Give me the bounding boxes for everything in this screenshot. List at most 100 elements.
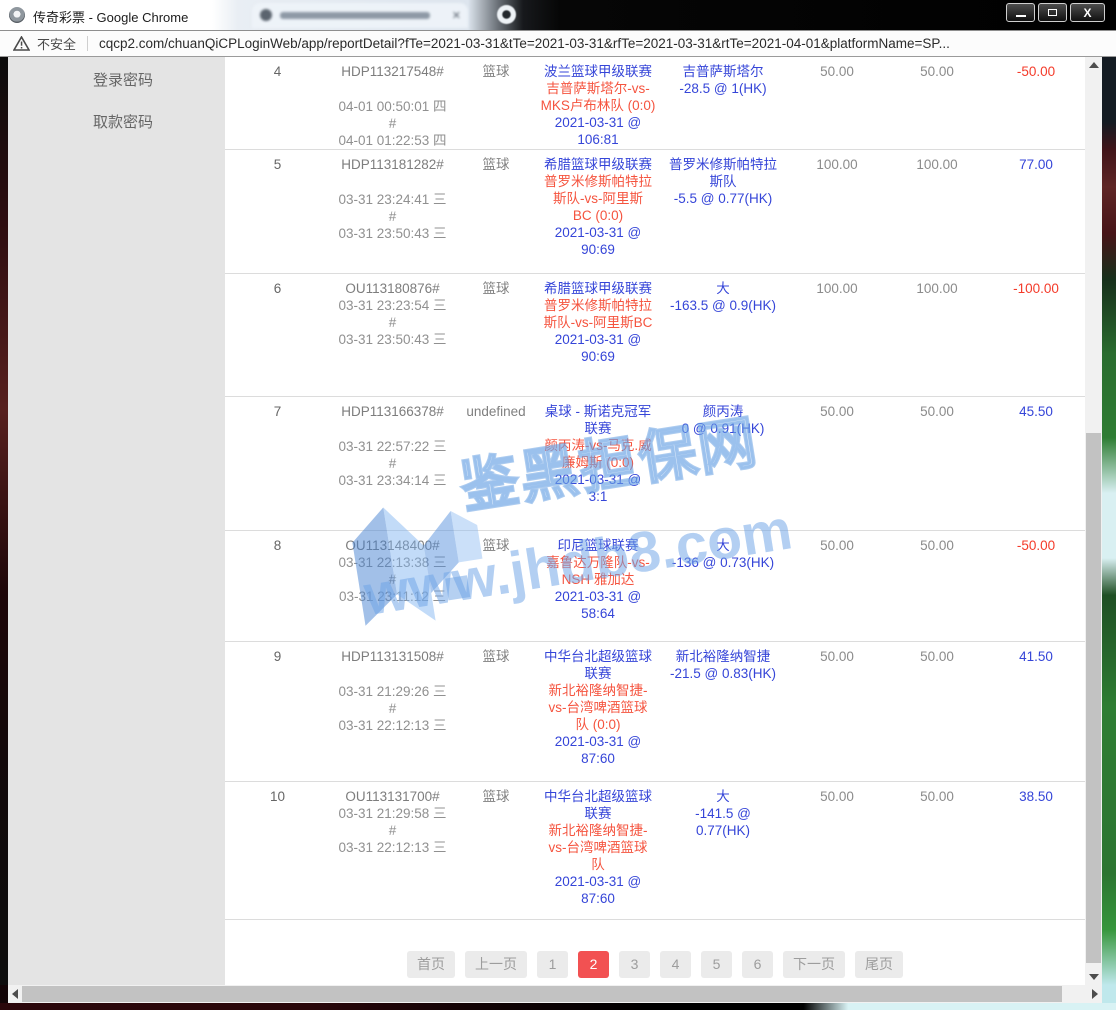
bet-line: -136 @ 0.73(HK): [659, 554, 787, 571]
page-button-5[interactable]: 5: [701, 951, 732, 978]
page-button-3[interactable]: 3: [619, 951, 650, 978]
bet-time: #: [330, 115, 455, 132]
background-tab-favicon: [260, 9, 272, 21]
scroll-right-icon: [1092, 989, 1098, 999]
page-button-1[interactable]: 1: [537, 951, 568, 978]
content-area: 登录密码取款密码 4 HDP113217548#04-01 00:50:01 四#…: [0, 57, 1116, 985]
bet-time: #: [330, 208, 455, 225]
valid-amount: 50.00: [887, 537, 987, 554]
sidebar-item[interactable]: 取款密码: [93, 113, 225, 133]
bet-record-row: 8OU113148400#03-31 22:13:38 三#03-31 23:1…: [225, 531, 1085, 642]
pagination: 首页上一页 123456 下一页尾页: [225, 951, 1085, 978]
scroll-left-button[interactable]: [8, 985, 22, 1003]
order-id: OU113148400#: [330, 537, 455, 554]
bet-line: 大: [659, 280, 787, 297]
bet-time: #: [330, 314, 455, 331]
bet-amount: 50.00: [787, 403, 887, 420]
match-line: 3:1: [537, 488, 659, 505]
match-line: 106:81: [537, 131, 659, 148]
bet-time: #: [330, 571, 455, 588]
bet-time: 03-31 21:29:58 三: [330, 805, 455, 822]
order-cell: HDP113217548#04-01 00:50:01 四#04-01 01:2…: [330, 63, 455, 149]
match-line: 斯队-vs-阿里斯BC: [537, 314, 659, 331]
bet-time: 03-31 22:57:22 三: [330, 438, 455, 455]
close-button[interactable]: X: [1070, 3, 1105, 22]
bet-amount: 100.00: [787, 280, 887, 297]
sidebar-item[interactable]: 登录密码: [93, 71, 225, 91]
minimize-button[interactable]: [1006, 3, 1035, 22]
result-amount: 41.50: [987, 648, 1085, 665]
match-cell: 希腊篮球甲级联赛普罗米修斯帕特拉斯队-vs-阿里斯BC2021-03-31 @9…: [537, 280, 659, 365]
valid-amount: 100.00: [887, 156, 987, 173]
match-line: 87:60: [537, 750, 659, 767]
bet-line: 0 @ 0.91(HK): [659, 420, 787, 437]
row-number: 6: [225, 280, 330, 297]
window-titlebar[interactable]: 传奇彩票 - Google Chrome ✕ X: [0, 0, 1116, 30]
background-circle-icon: [497, 5, 516, 24]
scroll-up-button[interactable]: [1085, 57, 1102, 73]
row-number: 10: [225, 788, 330, 805]
result-amount: -50.00: [987, 537, 1085, 554]
bet-cell: 普罗米修斯帕特拉斯队-5.5 @ 0.77(HK): [659, 156, 787, 207]
match-line: 嘉鲁达万隆队-vs-: [537, 554, 659, 571]
horizontal-scrollbar-thumb[interactable]: [22, 986, 1062, 1002]
row-number: 9: [225, 648, 330, 665]
bet-time: 03-31 23:50:43 三: [330, 225, 455, 242]
page-button-上一页[interactable]: 上一页: [465, 951, 527, 978]
order-id: HDP113131508#: [330, 648, 455, 665]
row-number: 8: [225, 537, 330, 554]
order-cell: OU113148400#03-31 22:13:38 三#03-31 23:11…: [330, 537, 455, 605]
page-button-2[interactable]: 2: [578, 951, 609, 978]
bet-amount: 50.00: [787, 63, 887, 80]
page-button-4[interactable]: 4: [660, 951, 691, 978]
match-line: 联赛: [537, 420, 659, 437]
bet-amount: 50.00: [787, 537, 887, 554]
horizontal-scrollbar[interactable]: [8, 985, 1102, 1003]
maximize-button[interactable]: [1038, 3, 1067, 22]
valid-amount: 50.00: [887, 63, 987, 80]
row-number: 7: [225, 403, 330, 420]
not-secure-warning-icon: [13, 36, 30, 51]
match-line: 颜丙涛-vs-马克.威: [537, 437, 659, 454]
vertical-scrollbar[interactable]: [1085, 57, 1102, 985]
match-line: MKS卢布林队 (0:0): [537, 97, 659, 114]
match-line: 2021-03-31 @: [537, 224, 659, 241]
page-button-首页[interactable]: 首页: [407, 951, 455, 978]
url-bar[interactable]: 不安全 cqcp2.com/chuanQiCPLoginWeb/app/repo…: [0, 30, 1116, 57]
order-time-gap: [330, 80, 455, 98]
bet-time: 03-31 21:29:26 三: [330, 683, 455, 700]
bet-amount: 50.00: [787, 788, 887, 805]
bet-line: 新北裕隆纳智捷: [659, 648, 787, 665]
scroll-down-button[interactable]: [1085, 969, 1102, 985]
sidebar: 登录密码取款密码: [8, 57, 225, 985]
match-line: 廉姆斯 (0:0): [537, 454, 659, 471]
scroll-up-icon: [1089, 62, 1099, 68]
match-line: 普罗米修斯帕特拉: [537, 173, 659, 190]
match-line: 联赛: [537, 805, 659, 822]
sport-type: 篮球: [455, 648, 537, 665]
sport-type: 篮球: [455, 280, 537, 297]
right-background-strip: [1102, 57, 1116, 985]
bet-line: 斯队: [659, 173, 787, 190]
bet-line: 颜丙涛: [659, 403, 787, 420]
bet-time: 04-01 00:50:01 四: [330, 98, 455, 115]
browser-window: 传奇彩票 - Google Chrome ✕ X 不安全 cqcp2.com/c…: [0, 0, 1116, 1010]
bet-line: -21.5 @ 0.83(HK): [659, 665, 787, 682]
bet-cell: 颜丙涛0 @ 0.91(HK): [659, 403, 787, 437]
bet-time: 03-31 23:23:54 三: [330, 297, 455, 314]
page-button-6[interactable]: 6: [742, 951, 773, 978]
bet-time: 04-01 01:22:53 四: [330, 132, 455, 149]
bet-amount: 50.00: [787, 648, 887, 665]
background-tab-close-icon: ✕: [452, 9, 461, 22]
match-cell: 中华台北超级篮球联赛新北裕隆纳智捷-vs-台湾啤酒篮球队2021-03-31 @…: [537, 788, 659, 907]
page-button-下一页[interactable]: 下一页: [783, 951, 845, 978]
scroll-right-button[interactable]: [1088, 985, 1102, 1003]
match-line: 90:69: [537, 348, 659, 365]
result-amount: 77.00: [987, 156, 1085, 173]
valid-amount: 50.00: [887, 403, 987, 420]
bet-record-row: 5HDP113181282#03-31 23:24:41 三#03-31 23:…: [225, 150, 1085, 274]
match-line: vs-台湾啤酒篮球: [537, 839, 659, 856]
page-button-尾页[interactable]: 尾页: [855, 951, 903, 978]
vertical-scrollbar-thumb[interactable]: [1086, 433, 1101, 963]
order-id: OU113131700#: [330, 788, 455, 805]
